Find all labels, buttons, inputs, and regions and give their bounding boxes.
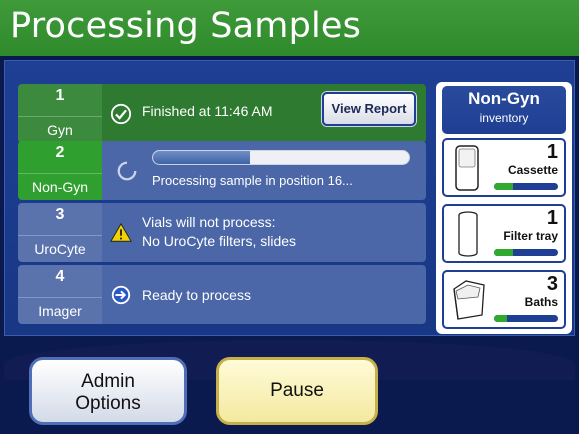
item-count: 3 — [546, 273, 558, 295]
admin-options-button[interactable]: Admin Options — [29, 357, 187, 425]
inventory-title: Non-Gyn — [468, 89, 540, 108]
item-count: 1 — [546, 141, 558, 163]
status-text: Ready to process — [142, 287, 251, 303]
page-title: Processing Samples — [10, 6, 362, 46]
level-fill — [494, 183, 514, 190]
module-number: 4 — [55, 268, 65, 285]
module-label: Imager — [18, 297, 102, 319]
header-bar: Processing Samples — [0, 0, 579, 56]
arrow-right-circle-icon — [111, 285, 131, 304]
module-row-non-gyn: 2 Non-Gyn Processing sample in position … — [18, 141, 426, 200]
module-label: Non-Gyn — [18, 173, 102, 195]
pause-button[interactable]: Pause — [216, 357, 378, 425]
module-status-gyn: Finished at 11:46 AM View Report — [102, 84, 426, 143]
module-number: 3 — [55, 206, 65, 223]
module-status-imager: Ready to process — [102, 265, 426, 324]
level-bar — [494, 249, 558, 256]
item-name: Baths — [524, 295, 558, 309]
spinner-icon — [117, 161, 137, 180]
item-count: 1 — [546, 207, 558, 229]
check-circle-icon — [110, 103, 132, 124]
module-tab-non-gyn[interactable]: 2 Non-Gyn — [18, 141, 102, 200]
module-status-urocyte: Vials will not process: No UroCyte filte… — [102, 203, 426, 262]
module-number: 1 — [55, 87, 65, 104]
filter-tray-icon — [458, 211, 478, 257]
admin-button-line: Options — [75, 393, 141, 414]
module-label: UroCyte — [18, 235, 102, 257]
inventory-card-filter-tray[interactable]: 1 Filter tray — [442, 204, 566, 263]
view-report-button[interactable]: View Report — [322, 92, 416, 126]
module-row-gyn: 1 Gyn Finished at 11:46 AM View Report — [18, 84, 426, 143]
status-text: Processing sample in position 16... — [152, 173, 353, 188]
warning-icon — [110, 222, 132, 242]
inventory-panel: Non-Gyn inventory 1 Cassette 1 Filter tr… — [436, 82, 572, 334]
level-fill — [494, 315, 507, 322]
item-name: Filter tray — [503, 229, 558, 243]
progress-bar — [152, 150, 410, 165]
item-name: Cassette — [507, 163, 558, 177]
status-text: Vials will not process: No UroCyte filte… — [142, 213, 296, 251]
bath-icon — [453, 280, 485, 320]
module-row-imager: 4 Imager Ready to process — [18, 265, 426, 324]
cassette-icon — [455, 145, 479, 191]
progress-fill — [153, 151, 251, 164]
status-text: Finished at 11:46 AM — [142, 103, 273, 119]
module-status-non-gyn: Processing sample in position 16... — [102, 141, 426, 200]
level-bar — [494, 183, 558, 190]
module-tab-urocyte[interactable]: 3 UroCyte — [18, 203, 102, 262]
level-bar — [494, 315, 558, 322]
status-line: No UroCyte filters, slides — [142, 233, 297, 249]
module-number: 2 — [55, 144, 65, 161]
level-fill — [494, 249, 514, 256]
module-row-urocyte: 3 UroCyte Vials will not process: No Uro… — [18, 203, 426, 262]
inventory-header: Non-Gyn inventory — [442, 86, 566, 134]
module-label: Gyn — [18, 116, 102, 138]
inventory-card-cassette[interactable]: 1 Cassette — [442, 138, 566, 197]
admin-button-line: Admin — [81, 371, 135, 392]
module-tab-gyn[interactable]: 1 Gyn — [18, 84, 102, 143]
inventory-card-baths[interactable]: 3 Baths — [442, 270, 566, 329]
status-line: Vials will not process: — [142, 214, 276, 230]
inventory-subtitle: inventory — [479, 111, 529, 125]
module-tab-imager[interactable]: 4 Imager — [18, 265, 102, 324]
